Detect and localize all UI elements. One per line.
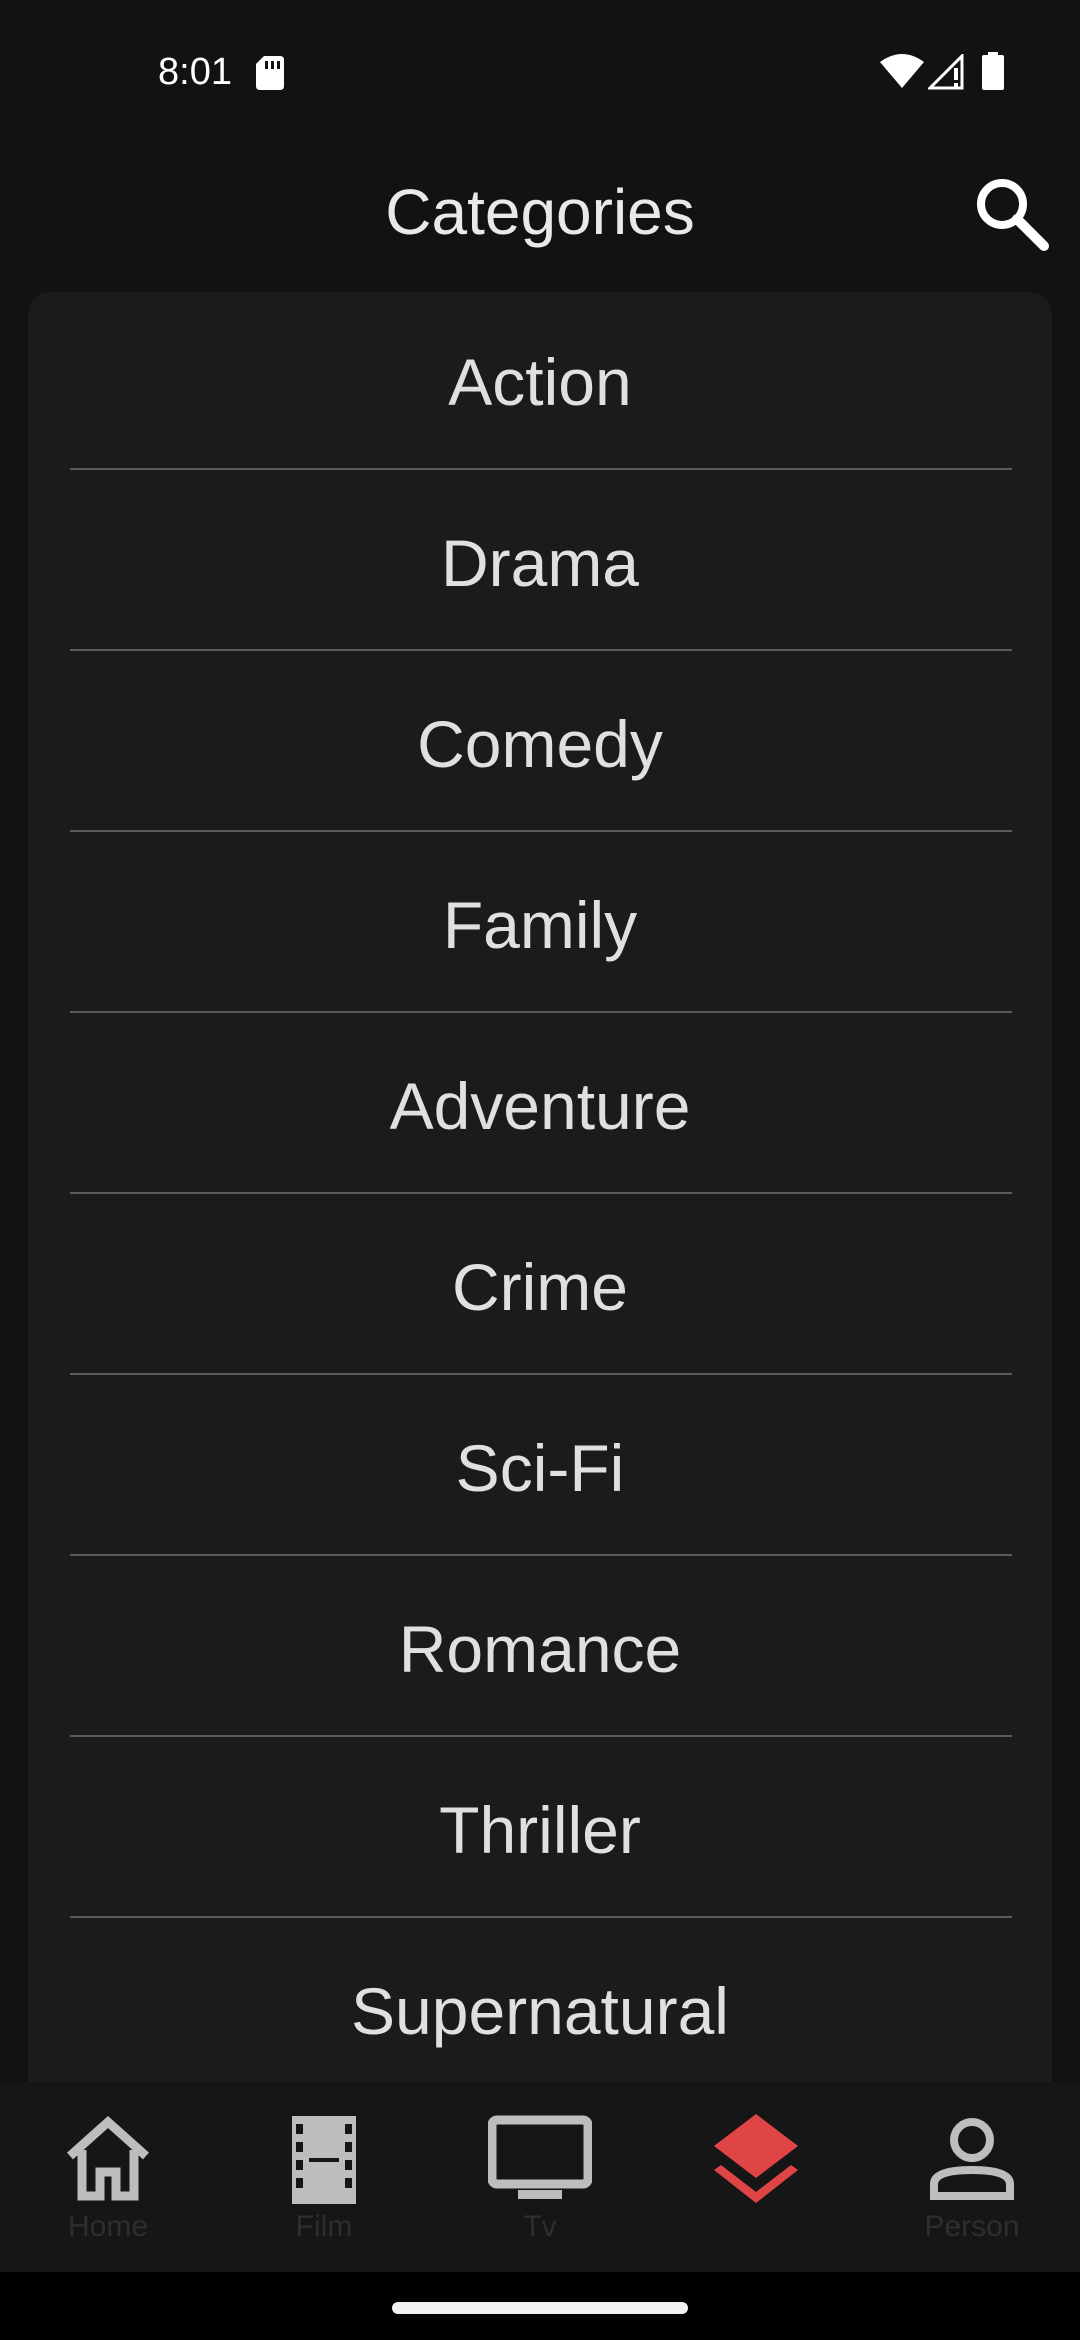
- nav-item-categories[interactable]: [656, 2082, 856, 2272]
- bottom-navigation: Home Film Tv Person: [0, 2082, 1080, 2272]
- divider: [70, 1916, 1012, 1918]
- category-item-crime[interactable]: Crime: [28, 1197, 1052, 1377]
- app-header: Categories: [0, 150, 1080, 274]
- layers-icon: [714, 2114, 798, 2203]
- person-icon: [930, 2118, 1014, 2200]
- divider: [70, 468, 1012, 470]
- divider: [70, 1011, 1012, 1013]
- category-item-drama[interactable]: Drama: [28, 473, 1052, 653]
- page-title: Categories: [385, 176, 695, 248]
- status-bar: 8:01: [0, 0, 1080, 140]
- category-item-adventure[interactable]: Adventure: [28, 1016, 1052, 1196]
- divider: [70, 1554, 1012, 1556]
- wifi-icon: [880, 54, 924, 88]
- film-icon: [292, 2116, 356, 2204]
- category-item-supernatural[interactable]: Supernatural: [28, 1921, 1052, 2082]
- search-button[interactable]: [970, 172, 1054, 256]
- category-item-comedy[interactable]: Comedy: [28, 654, 1052, 834]
- nav-item-film[interactable]: Film: [224, 2082, 424, 2272]
- nav-label-person: Person: [924, 2210, 1020, 2243]
- divider: [70, 830, 1012, 832]
- category-item-romance[interactable]: Romance: [28, 1559, 1052, 1739]
- system-navigation-bar: [0, 2272, 1080, 2340]
- home-icon: [66, 2115, 150, 2201]
- signal-icon: [928, 54, 964, 90]
- divider: [70, 1735, 1012, 1737]
- category-list: Action Drama Comedy Family Adventure Cri…: [28, 292, 1052, 2082]
- search-icon: [977, 179, 1049, 251]
- divider: [70, 649, 1012, 651]
- divider: [70, 1373, 1012, 1375]
- category-item-thriller[interactable]: Thriller: [28, 1740, 1052, 1920]
- nav-label-tv: Tv: [523, 2210, 557, 2243]
- tv-icon: [488, 2115, 592, 2199]
- sd-card-icon: [256, 56, 284, 90]
- divider: [70, 1192, 1012, 1194]
- nav-item-tv[interactable]: Tv: [440, 2082, 640, 2272]
- category-item-action[interactable]: Action: [28, 292, 1052, 472]
- nav-item-person[interactable]: Person: [872, 2082, 1072, 2272]
- battery-icon: [982, 52, 1004, 90]
- category-item-sci-fi[interactable]: Sci-Fi: [28, 1378, 1052, 1558]
- nav-item-home[interactable]: Home: [8, 2082, 208, 2272]
- nav-label-film: Film: [295, 2210, 353, 2243]
- home-indicator[interactable]: [392, 2302, 688, 2314]
- status-time: 8:01: [158, 51, 232, 93]
- nav-label-home: Home: [67, 2210, 149, 2243]
- category-item-family[interactable]: Family: [28, 835, 1052, 1015]
